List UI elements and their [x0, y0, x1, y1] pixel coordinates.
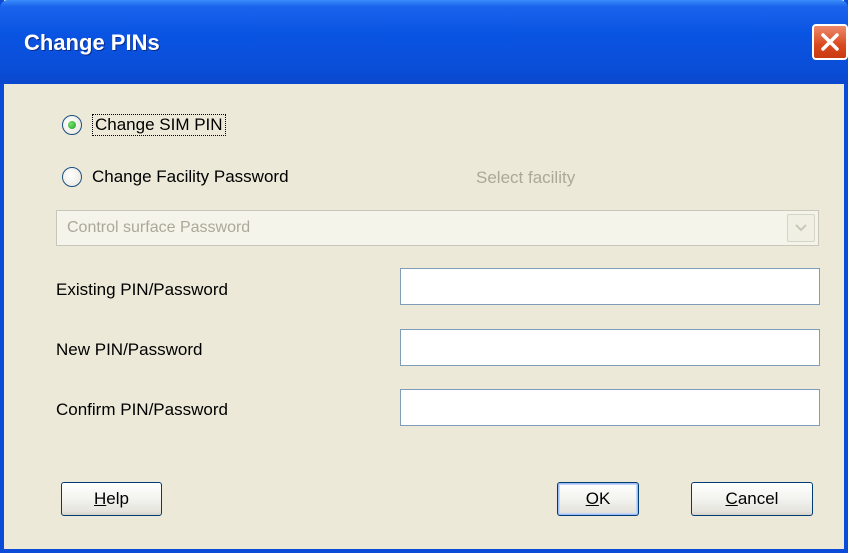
existing-pin-label: Existing PIN/Password	[56, 280, 228, 299]
select-facility-label: Select facility	[476, 168, 576, 187]
radio-unselected-icon	[62, 167, 82, 187]
new-pin-field[interactable]	[400, 329, 820, 366]
close-button[interactable]	[812, 24, 848, 60]
facility-dropdown[interactable]: Control surface Password	[56, 210, 819, 246]
dialog-title: Change PINs	[24, 30, 160, 55]
close-icon	[821, 33, 839, 51]
change-pins-dialog: Change PINs Change SIM PIN Change Facili…	[0, 0, 848, 553]
dropdown-arrow-button[interactable]	[787, 214, 815, 242]
radio-selected-icon	[62, 115, 82, 135]
chevron-down-icon	[795, 224, 807, 232]
cancel-button-label: Cancel	[725, 489, 779, 508]
cancel-button[interactable]: Cancel	[691, 482, 813, 516]
change-sim-pin-label: Change SIM PIN	[92, 114, 226, 136]
new-pin-label: New PIN/Password	[56, 340, 203, 359]
existing-pin-field[interactable]	[400, 268, 820, 305]
confirm-pin-label: Confirm PIN/Password	[56, 400, 228, 419]
ok-button-label: OK	[585, 489, 611, 508]
help-button[interactable]: Help	[61, 482, 162, 516]
title-bar[interactable]: Change PINs	[0, 0, 848, 84]
ok-button[interactable]: OK	[557, 482, 639, 516]
change-facility-password-radio[interactable]: Change Facility Password	[62, 167, 289, 187]
change-facility-password-label: Change Facility Password	[92, 167, 289, 186]
facility-dropdown-value: Control surface Password	[67, 219, 251, 236]
change-sim-pin-radio[interactable]: Change SIM PIN	[62, 114, 226, 136]
confirm-pin-field[interactable]	[400, 389, 820, 426]
help-button-label: Help	[94, 489, 129, 508]
